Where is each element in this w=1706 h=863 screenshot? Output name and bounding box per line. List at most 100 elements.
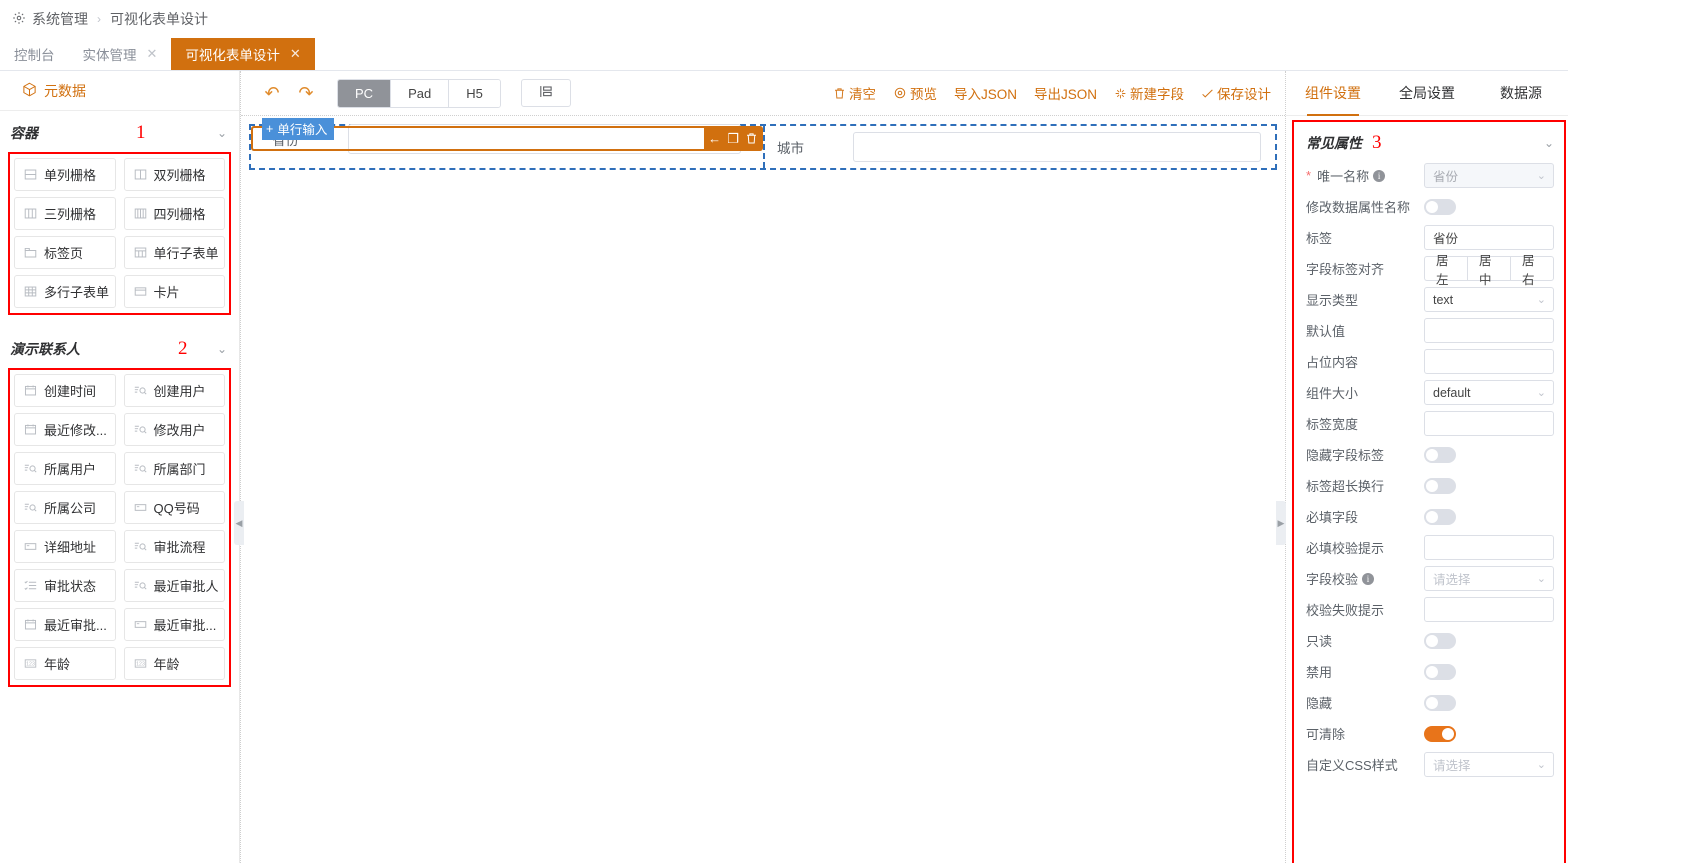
trash-icon [833, 87, 846, 100]
component-four-column-grid[interactable]: 四列栅格 [123, 197, 225, 230]
group-header-container[interactable]: 容器 1 ⌄ [0, 111, 239, 152]
display-type-select[interactable]: text ⌄ [1424, 287, 1554, 312]
component-label: 标签页 [44, 246, 84, 261]
hide-label-toggle[interactable] [1424, 446, 1456, 463]
action-clear[interactable]: 清空 [833, 83, 876, 103]
field-approval-status[interactable]: 审批状态 [14, 569, 116, 602]
component-size-select[interactable]: default ⌄ [1424, 380, 1554, 405]
property-row-field-validation: 字段校验 i 请选择 ⌄ [1294, 563, 1564, 594]
label-width-input[interactable] [1424, 411, 1554, 436]
default-value-input[interactable] [1424, 318, 1554, 343]
svg-text:123: 123 [136, 662, 145, 668]
chevron-down-icon[interactable]: ⌄ [1544, 136, 1554, 150]
tab-component-settings[interactable]: 组件设置 [1286, 71, 1380, 116]
unique-name-select[interactable]: 省份 ⌄ [1424, 163, 1554, 188]
component-three-column-grid[interactable]: 三列栅格 [14, 197, 116, 230]
info-icon[interactable]: i [1373, 169, 1386, 182]
placeholder-input[interactable] [1424, 349, 1554, 374]
canvas-actions: 清空 预览 导入JSON 导出JSON 新建字段 保存设计 [833, 83, 1271, 103]
value-text: text [1433, 292, 1454, 307]
tab-entity-management[interactable]: 实体管理 ✕ [69, 38, 172, 70]
action-preview[interactable]: 预览 [893, 83, 937, 103]
field-age-1[interactable]: 123 年龄 [14, 647, 116, 680]
field-owner-company[interactable]: 所属公司 [14, 491, 116, 524]
device-pad[interactable]: Pad [391, 79, 450, 107]
field-owner-user[interactable]: 所属用户 [14, 452, 116, 485]
field-input-province[interactable] [348, 123, 741, 154]
align-right-button[interactable]: 居右 [1510, 254, 1554, 287]
property-row-hidden: 隐藏 [1294, 687, 1564, 718]
action-save-design[interactable]: 保存设计 [1201, 83, 1271, 103]
align-center-button[interactable]: 居中 [1467, 254, 1510, 287]
field-create-user[interactable]: 创建用户 [123, 374, 225, 407]
disabled-toggle[interactable] [1424, 663, 1456, 680]
modify-attr-name-toggle[interactable] [1424, 198, 1456, 215]
delete-icon[interactable] [745, 132, 758, 145]
component-two-column-grid[interactable]: 双列栅格 [123, 158, 225, 191]
undo-icon[interactable]: ↶ [255, 78, 289, 108]
form-field-province[interactable]: + 单行输入 省份 ← ❐ [251, 118, 763, 154]
component-single-column-grid[interactable]: 单列栅格 [14, 158, 116, 191]
action-new-field[interactable]: 新建字段 [1114, 83, 1184, 103]
label-text: 可清除 [1306, 727, 1346, 742]
label-input[interactable]: 省份 [1424, 225, 1554, 250]
tab-datasource[interactable]: 数据源 [1474, 71, 1568, 115]
field-modify-user[interactable]: 修改用户 [123, 413, 225, 446]
hidden-toggle[interactable] [1424, 694, 1456, 711]
section-header-common-properties[interactable]: 常见属性 3 ⌄ [1294, 122, 1564, 160]
form-canvas[interactable]: + 单行输入 省份 ← ❐ 城市 [241, 116, 1285, 863]
left-panel-collapse-handle[interactable]: ◀ [234, 501, 244, 545]
component-multi-row-subform[interactable]: 多行子表单 [14, 275, 116, 308]
align-left-button[interactable]: 居左 [1424, 254, 1467, 287]
copy-icon[interactable]: ❐ [727, 131, 739, 147]
property-control [1424, 694, 1554, 711]
field-last-modify-time[interactable]: 最近修改... [14, 413, 116, 446]
arrow-left-icon[interactable]: ← [708, 131, 721, 146]
field-input-city[interactable] [853, 132, 1261, 162]
component-tab-page[interactable]: 标签页 [14, 236, 116, 269]
tab-console[interactable]: 控制台 [0, 38, 69, 70]
field-last-approval-time[interactable]: 最近审批... [14, 608, 116, 641]
group-title: 演示联系人 [10, 341, 80, 357]
field-create-time[interactable]: 创建时间 [14, 374, 116, 407]
validation-message-input[interactable] [1424, 597, 1554, 622]
label-wrap-toggle[interactable] [1424, 477, 1456, 494]
device-pc[interactable]: PC [338, 79, 392, 107]
field-last-approval-remark[interactable]: 最近审批... [123, 608, 225, 641]
gear-icon [12, 11, 26, 28]
field-detail-address[interactable]: 详细地址 [14, 530, 116, 563]
custom-css-select[interactable]: 请选择 ⌄ [1424, 752, 1554, 777]
redo-icon[interactable]: ↷ [289, 78, 323, 108]
right-panel-collapse-handle[interactable]: ▶ [1276, 501, 1286, 545]
close-icon[interactable]: ✕ [147, 46, 158, 62]
field-qq-number[interactable]: QQ号码 [123, 491, 225, 524]
clearable-toggle[interactable] [1424, 725, 1456, 742]
action-import-json[interactable]: 导入JSON [954, 83, 1017, 103]
component-single-row-subform[interactable]: 单行子表单 [123, 236, 225, 269]
text-input-icon [134, 501, 147, 514]
readonly-toggle[interactable] [1424, 632, 1456, 649]
chevron-down-icon: ⌄ [1536, 573, 1546, 585]
field-approval-flow[interactable]: 审批流程 [123, 530, 225, 563]
component-card[interactable]: 卡片 [123, 275, 225, 308]
info-icon[interactable]: i [1362, 572, 1375, 585]
group-header-demo-contact[interactable]: 演示联系人 2 ⌄ [0, 327, 239, 368]
field-last-approver[interactable]: 最近审批人 [123, 569, 225, 602]
label-text: 字段校验 [1306, 572, 1359, 587]
tab-global-settings[interactable]: 全局设置 [1380, 71, 1474, 115]
action-export-json[interactable]: 导出JSON [1034, 83, 1097, 103]
chevron-down-icon[interactable]: ⌄ [217, 342, 227, 356]
breadcrumb-root[interactable]: 系统管理 [32, 9, 88, 29]
required-toggle[interactable] [1424, 508, 1456, 525]
form-outline-button[interactable] [520, 79, 571, 107]
field-age-2[interactable]: 123 年龄 [123, 647, 225, 680]
required-message-input[interactable] [1424, 535, 1554, 560]
form-field-city[interactable]: 城市 [763, 126, 1275, 168]
field-validation-select[interactable]: 请选择 ⌄ [1424, 566, 1554, 591]
tab-form-designer[interactable]: 可视化表单设计 ✕ [171, 38, 315, 70]
center-designer: ↶ ↷ PC Pad H5 清空 预览 导入JSON 导出JSON 新建字段 保… [240, 71, 1285, 863]
chevron-down-icon[interactable]: ⌄ [217, 126, 227, 140]
field-owner-department[interactable]: 所属部门 [123, 452, 225, 485]
device-h5[interactable]: H5 [449, 79, 500, 107]
close-icon[interactable]: ✕ [290, 46, 301, 62]
